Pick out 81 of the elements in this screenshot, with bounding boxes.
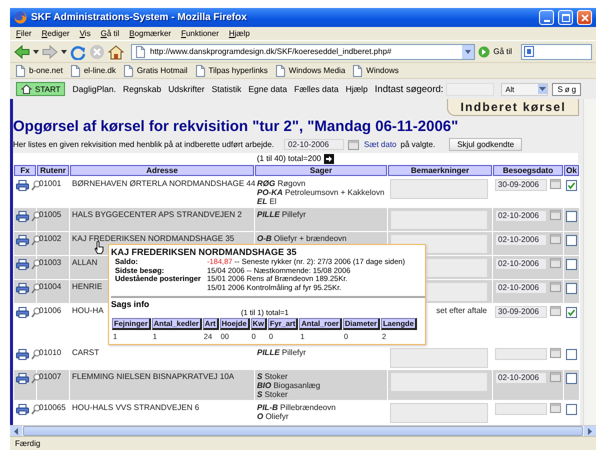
instruction-text: på valgte. <box>400 140 436 150</box>
address-text: FLEMMING NIELSEN BISNAPKRATVEJ 10A <box>72 372 234 381</box>
menu-item[interactable]: Hjælp <box>228 29 250 38</box>
popup-title: KAJ FREDERIKSEN NORDMANDSHAGE 35 <box>111 247 297 257</box>
hide-approved-button[interactable]: Skjul godkendte <box>449 138 522 152</box>
route-number: 01001 <box>39 179 62 188</box>
column-header: Adresse <box>70 165 254 176</box>
date-field[interactable]: 02-10-2006 <box>495 258 547 270</box>
column-header: Fx <box>14 165 36 176</box>
date-field[interactable]: 02-10-2006 <box>495 234 547 246</box>
window-title: SKF Administrations-System - Mozilla Firefox <box>31 12 248 23</box>
column-header: Ok <box>564 165 579 176</box>
bookmark-link[interactable]: b-one.net <box>15 64 63 76</box>
menu-item[interactable]: Funktioner <box>181 29 219 38</box>
address-text: HOU-HALS VVS STRANDVEJEN 6 <box>72 403 200 412</box>
route-number: 01005 <box>39 210 62 219</box>
address-text: KAJ FREDERIKSEN NORDMANDSHAGE 35 <box>72 234 234 243</box>
go-button[interactable]: Gå til <box>478 46 512 58</box>
menu-item[interactable]: Bogmærker <box>129 29 172 38</box>
bookmark-link[interactable]: Windows <box>352 64 399 76</box>
section-title: Sags info <box>111 300 150 308</box>
case-line: RØG Røgovn <box>257 179 306 188</box>
set-date-link[interactable]: Sæt dato <box>364 140 396 150</box>
case-line: S Stoker <box>257 372 288 381</box>
case-line: BIO Biogasanlæg <box>257 381 320 390</box>
start-button[interactable]: START <box>16 82 66 96</box>
case-line: PILLE Pillefyr <box>257 210 306 219</box>
column-header: Rutenr <box>37 165 69 176</box>
nav-link[interactable]: Regnskab <box>122 84 162 94</box>
route-number: 01002 <box>39 234 62 243</box>
route-number: 01010 <box>39 348 62 357</box>
nav-link[interactable]: DagligPlan. <box>72 84 116 94</box>
remark-text: set efter aftale <box>436 306 487 315</box>
case-line: EL El <box>257 197 277 206</box>
nav-link[interactable]: Fælles data <box>294 84 339 94</box>
address-text: BØRNEHAVEN ØRTERLA NORDMANDSHAGE 44 <box>72 179 256 188</box>
menu-item[interactable]: Rediger <box>42 29 70 38</box>
bookmark-link[interactable]: Gratis Hotmail <box>122 64 188 76</box>
column-header: Besoegsdato <box>493 165 563 176</box>
bookmark-link[interactable]: Windows Media <box>274 64 346 76</box>
address-text: HENRIE <box>72 282 102 291</box>
case-line: PILLE Pillefyr <box>257 348 306 357</box>
nav-link[interactable]: Statistik <box>212 84 242 94</box>
date-field[interactable]: 02-10-2006 <box>495 282 547 294</box>
case-line: PO-KA Petroleumsovn + Kakkelovn <box>257 188 384 197</box>
address-text: HALS BYGGECENTER APS STRANDVEJEN 2 <box>72 210 242 219</box>
route-number: 01007 <box>39 372 62 381</box>
menu-item[interactable]: Vis <box>80 29 91 38</box>
status-text: Færdig <box>15 439 40 448</box>
nav-link[interactable]: Egne data <box>248 84 288 94</box>
address-text: ALLAN <box>72 258 98 267</box>
bookmark-link[interactable]: el-line.dk <box>70 64 116 76</box>
search-label: Indtast søgeord: <box>374 84 444 94</box>
bookmark-link[interactable]: Tilpas hyperlinks <box>194 64 268 76</box>
date-field[interactable]: 02-10-2006 <box>284 139 344 150</box>
date-field[interactable]: 30-09-2006 <box>495 306 547 318</box>
page-tab[interactable]: Indberet kørsel <box>447 99 579 116</box>
route-number: 01004 <box>39 282 62 291</box>
pager-text: (1 til 40) total=200 <box>256 154 322 164</box>
nav-link[interactable]: Hjælp <box>346 84 368 94</box>
date-field[interactable]: 30-09-2006 <box>495 179 547 191</box>
address-field[interactable]: http://www.danskprogramdesign.dk/SKF/koereseddel_indberet.php# <box>131 44 476 60</box>
nav-link[interactable]: Udskrifter <box>168 84 205 94</box>
route-number: 01006 <box>39 306 62 315</box>
page-heading: Opgørsel af kørsel for rekvisition "tur 2", "Mandag 06-11-2006" <box>13 118 460 135</box>
menu-item[interactable]: Filer <box>16 29 32 38</box>
search-button[interactable]: Søg <box>552 82 582 96</box>
case-line: O-B Oliefyr + brændeovn <box>257 234 347 243</box>
route-number: 010065 <box>39 403 66 412</box>
date-field[interactable]: 02-10-2006 <box>495 372 547 384</box>
case-line: PIL-B Pillebrændeovn <box>257 403 336 412</box>
date-field[interactable]: 02-10-2006 <box>495 210 547 222</box>
description-text: Her listes en given rekvisition med henblik på at indberette udført arbejde. <box>13 140 274 150</box>
case-line: O Oliefyr <box>257 412 289 421</box>
address-text: CARST <box>72 348 100 357</box>
route-number: 01003 <box>39 258 62 267</box>
case-line: S Stoker <box>257 390 288 399</box>
column-header: Bemaerkninger <box>388 165 492 176</box>
menu-item[interactable]: Gå til <box>100 29 120 38</box>
address-text: HOU-HA <box>72 306 104 315</box>
column-header: Sager <box>255 165 387 176</box>
